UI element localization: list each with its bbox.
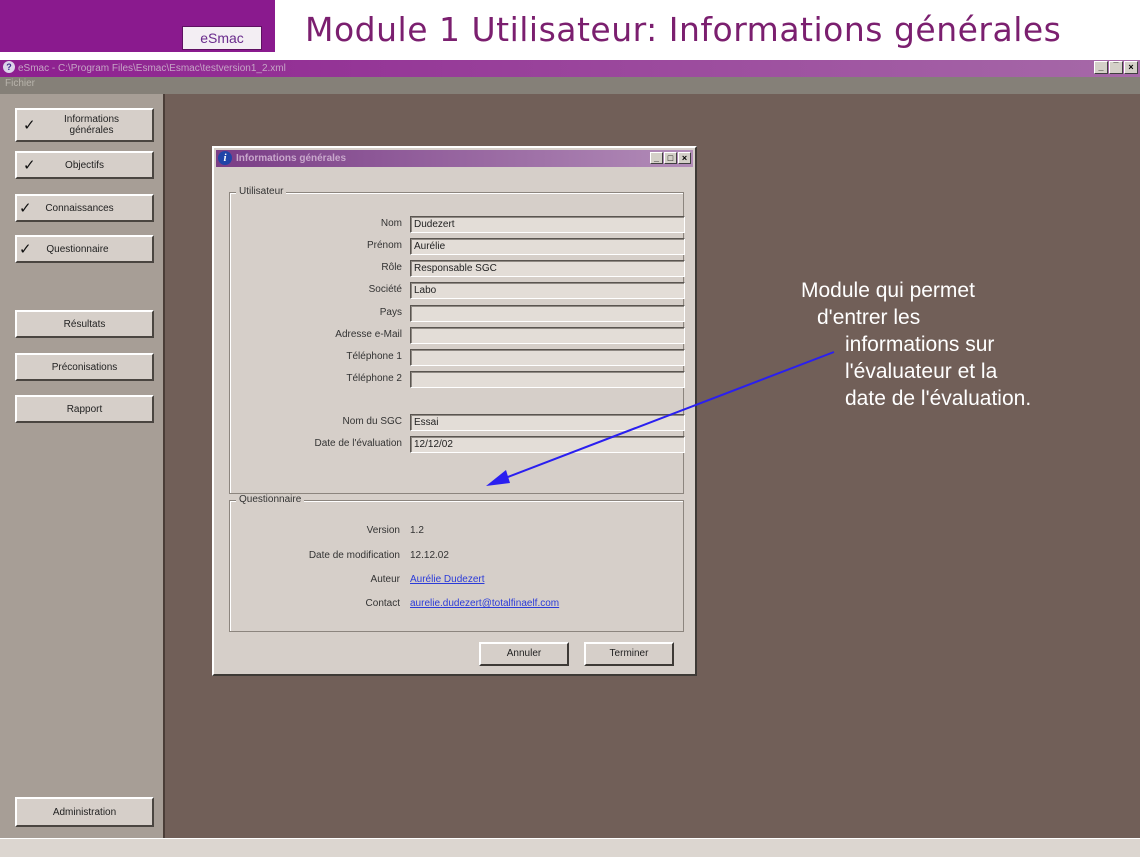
societe-field[interactable]: Labo <box>410 282 685 299</box>
pays-label: Pays <box>379 307 402 318</box>
sidebar-item-questionnaire[interactable]: ✓ Questionnaire <box>15 235 154 263</box>
sidebar-item-label: Rapport <box>66 403 103 415</box>
questionnaire-group: Questionnaire Version 1.2 Date de modifi… <box>229 494 684 632</box>
sidebar-item-label: Questionnaire <box>46 243 109 255</box>
nom-label: Nom <box>380 218 402 229</box>
menu-fichier[interactable]: Fichier <box>5 78 35 89</box>
sidebar-item-label: Connaissances <box>45 202 114 214</box>
date-evaluation-field[interactable]: 12/12/02 <box>410 436 685 453</box>
info-icon: i <box>218 151 232 165</box>
menu-bar: Fichier <box>0 77 1140 94</box>
dialog-title: Informations générales <box>236 153 347 164</box>
sidebar: ✓ Informations générales ✓ Objectifs ✓ C… <box>0 94 163 838</box>
window-titlebar[interactable]: ? eSmac - C:\Program Files\Esmac\Esmac\t… <box>0 60 1140 77</box>
check-icon: ✓ <box>19 199 32 217</box>
check-icon: ✓ <box>23 156 36 174</box>
questionnaire-legend: Questionnaire <box>236 494 305 505</box>
administration-label: Administration <box>52 806 117 818</box>
sidebar-item-label: Préconisations <box>51 361 118 373</box>
annotation-callout: Module qui permet d'entrer les informati… <box>801 277 1140 412</box>
date-modification-label: Date de modification <box>308 550 400 561</box>
email-label: Adresse e-Mail <box>335 329 402 340</box>
status-bar <box>0 838 1140 857</box>
auteur-label: Auteur <box>370 574 400 585</box>
date-modification-value: 12.12.02 <box>410 550 449 561</box>
dialog-window-controls: _ □ × <box>649 152 691 171</box>
version-label: Version <box>366 525 400 536</box>
sidebar-item-informations-generales[interactable]: ✓ Informations générales <box>15 108 154 142</box>
societe-label: Société <box>368 284 402 295</box>
pays-field[interactable] <box>410 305 685 322</box>
date-evaluation-label: Date de l'évaluation <box>314 438 402 449</box>
telephone1-field[interactable] <box>410 349 685 366</box>
check-icon: ✓ <box>19 240 32 258</box>
contact-link[interactable]: aurelie.dudezert@totalfinaelf.com <box>410 598 559 609</box>
telephone2-field[interactable] <box>410 371 685 388</box>
sidebar-item-rapport[interactable]: Rapport <box>15 395 154 423</box>
version-value: 1.2 <box>410 525 424 536</box>
sidebar-item-label: Informations générales <box>63 114 120 136</box>
sidebar-item-label: Objectifs <box>65 159 104 171</box>
role-field[interactable]: Responsable SGC <box>410 260 685 277</box>
terminer-button[interactable]: Terminer <box>584 642 674 666</box>
window-controls: _̅× <box>1093 61 1138 78</box>
check-icon: ✓ <box>23 116 36 134</box>
close-icon[interactable]: × <box>1124 61 1138 74</box>
slide-title: Module 1 Utilisateur: Informations génér… <box>305 10 1062 49</box>
annotation-line: informations sur <box>845 333 995 356</box>
annuler-button[interactable]: Annuler <box>479 642 569 666</box>
contact-label: Contact <box>365 598 400 609</box>
annotation-line: date de l'évaluation. <box>845 387 1032 410</box>
restore-icon[interactable]: ̅ <box>1109 61 1123 74</box>
esmac-logo: eSmac <box>182 26 262 50</box>
minimize-icon[interactable]: _ <box>1094 61 1108 74</box>
sidebar-item-objectifs[interactable]: ✓ Objectifs <box>15 151 154 179</box>
administration-button[interactable]: Administration <box>15 797 154 827</box>
minimize-icon[interactable]: _ <box>650 152 663 164</box>
informations-dialog: i Informations générales _ □ × Utilisateur… <box>212 146 697 676</box>
telephone2-label: Téléphone 2 <box>346 373 402 384</box>
nom-sgc-field[interactable]: Essai <box>410 414 685 431</box>
sidebar-item-resultats[interactable]: Résultats <box>15 310 154 338</box>
annotation-line: Module qui permet <box>801 279 975 302</box>
dialog-titlebar[interactable]: i Informations générales _ □ × <box>216 150 693 167</box>
utilisateur-group: Utilisateur Nom Dudezert Prénom Aurélie … <box>229 186 685 494</box>
auteur-link[interactable]: Aurélie Dudezert <box>410 574 484 585</box>
sidebar-item-label: Résultats <box>63 318 106 330</box>
window-title: eSmac - C:\Program Files\Esmac\Esmac\tes… <box>18 63 286 74</box>
annotation-line: l'évaluateur et la <box>845 360 998 383</box>
nom-sgc-label: Nom du SGC <box>342 416 402 427</box>
sidebar-item-connaissances[interactable]: ✓ Connaissances <box>15 194 154 222</box>
sidebar-item-preconisations[interactable]: Préconisations <box>15 353 154 381</box>
prenom-label: Prénom <box>366 240 402 251</box>
nom-field[interactable]: Dudezert <box>410 216 685 233</box>
telephone1-label: Téléphone 1 <box>346 351 402 362</box>
role-label: Rôle <box>381 262 402 273</box>
help-icon: ? <box>3 61 15 73</box>
maximize-icon[interactable]: □ <box>664 152 677 164</box>
prenom-field[interactable]: Aurélie <box>410 238 685 255</box>
close-icon[interactable]: × <box>678 152 691 164</box>
annotation-line: d'entrer les <box>817 306 921 329</box>
utilisateur-legend: Utilisateur <box>236 186 287 197</box>
email-field[interactable] <box>410 327 685 344</box>
